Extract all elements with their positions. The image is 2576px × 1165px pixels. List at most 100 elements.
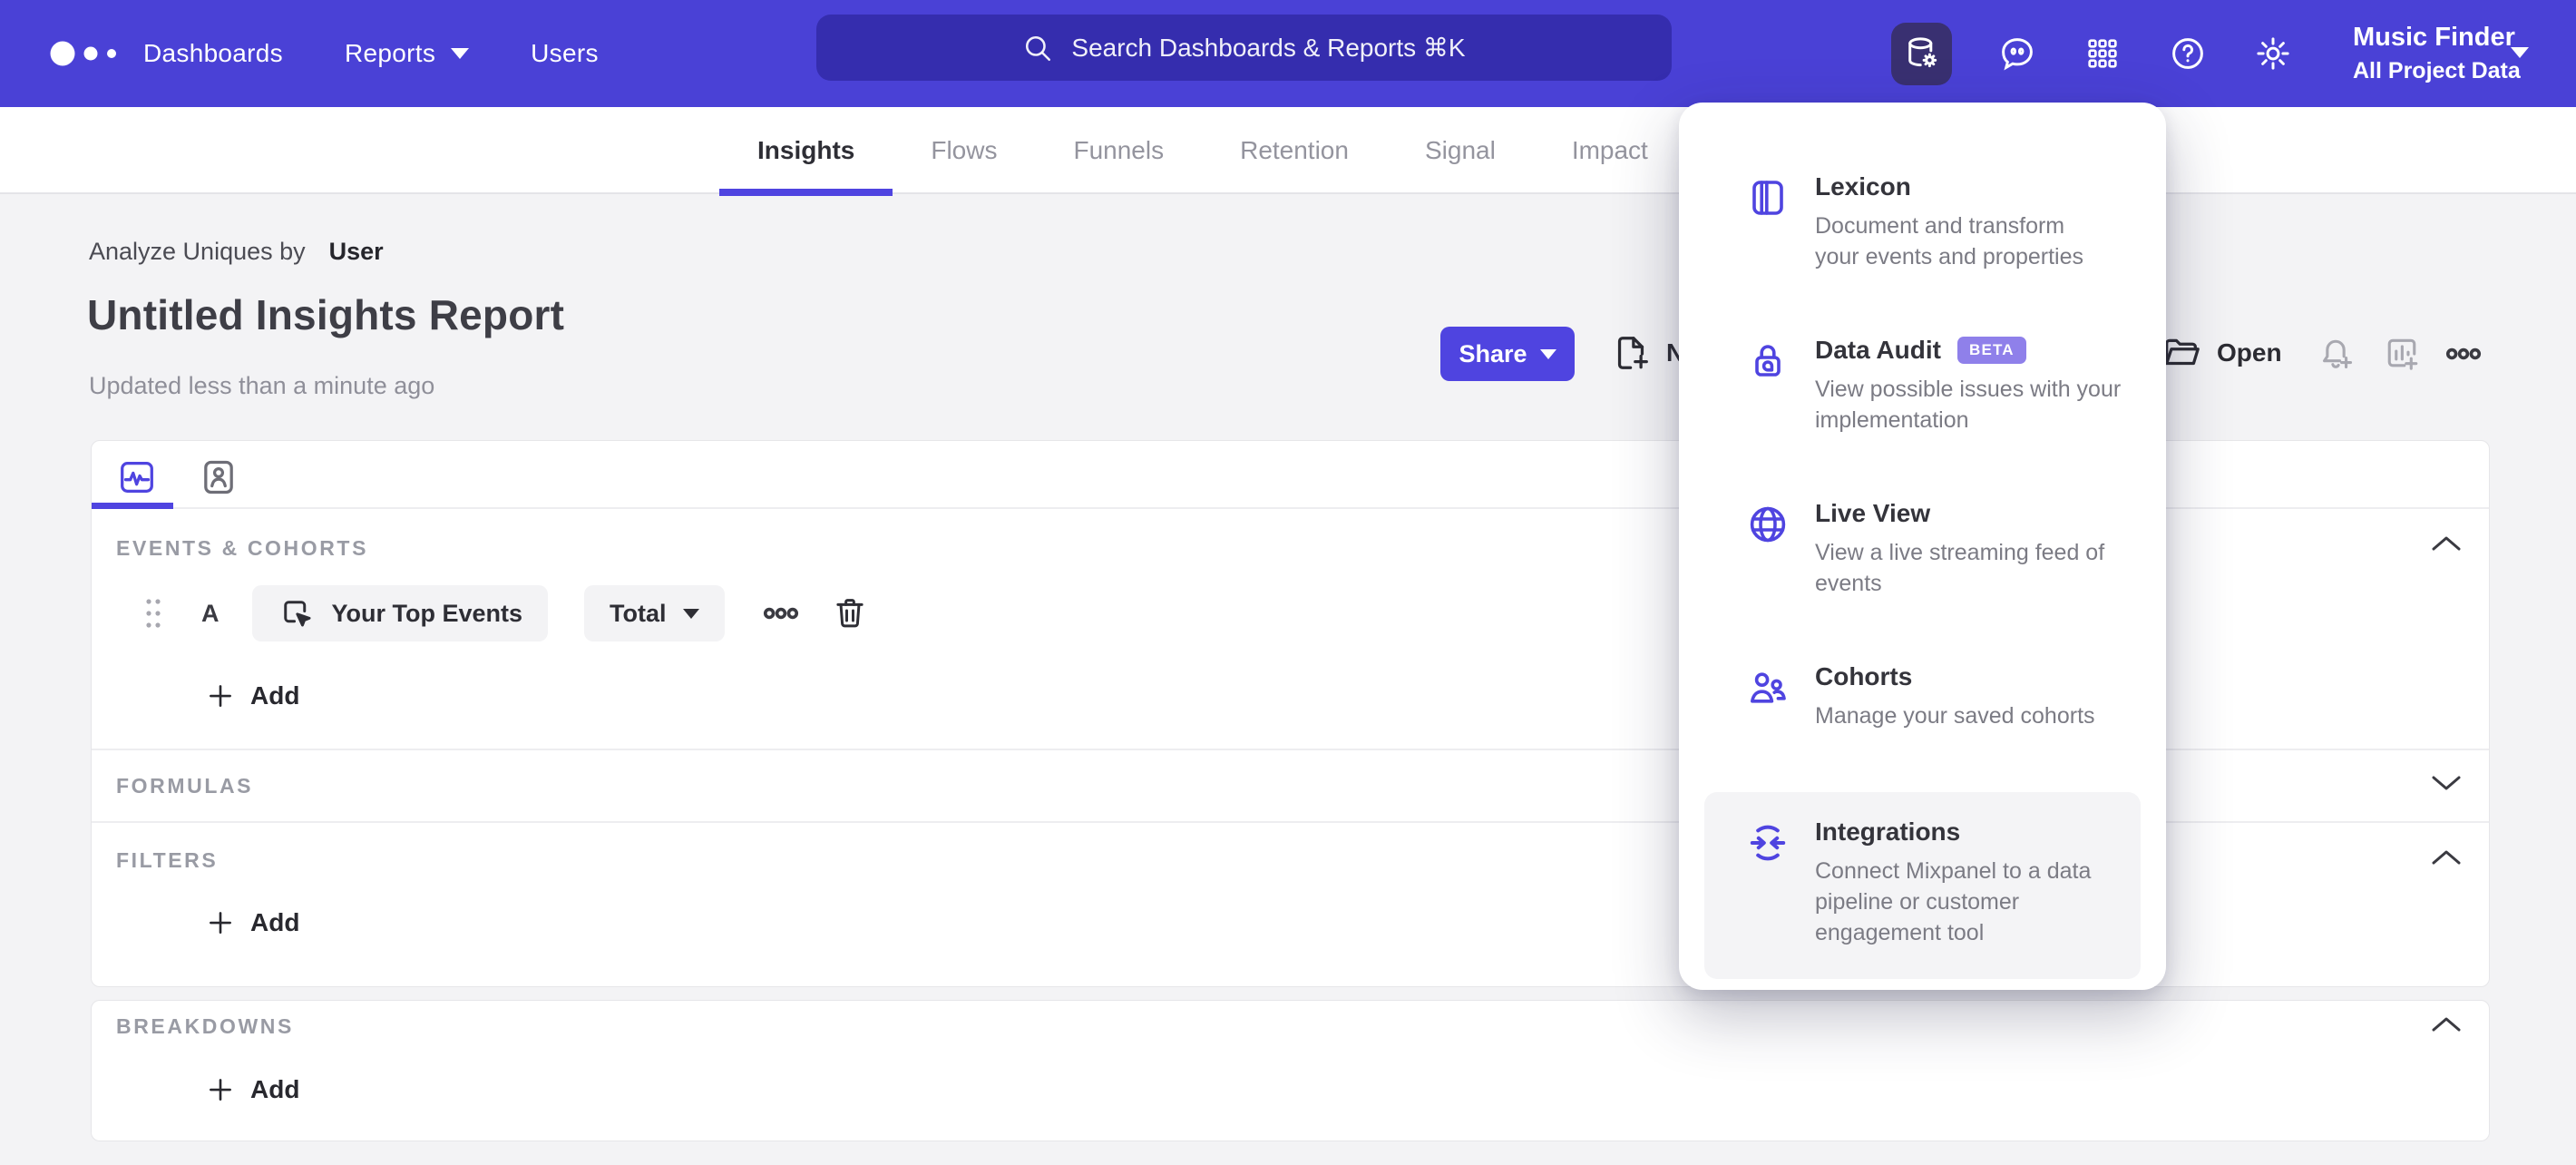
nav-item-reports-label: Reports [344,39,436,67]
nav-item-dashboards[interactable]: Dashboards [143,39,283,68]
tab-flows[interactable]: Flows [893,107,1035,194]
menu-item-cohorts[interactable]: Cohorts Manage your saved cohorts [1704,644,2141,749]
chart-plus-icon [2387,338,2418,370]
metric-selector-chip[interactable]: Total [584,585,725,641]
event-row-more-button[interactable] [761,593,801,633]
menu-item-live-view[interactable]: Live View View a live streaming feed of … [1704,481,2141,617]
event-selector-chip[interactable]: Your Top Events [251,585,549,641]
menu-item-integrations-text: Integrations Connect Mixpanel to a data … [1815,817,2124,948]
nav-links: Dashboards Reports Users [143,39,599,68]
add-breakdown-label: Add [250,1075,300,1103]
collapse-chevron-up-icon[interactable] [2431,848,2462,866]
top-nav: Dashboards Reports Users Search Dashboar… [0,0,2576,107]
nav-item-users[interactable]: Users [531,39,599,68]
nav-item-users-label: Users [531,39,599,67]
metric-chip-label: Total [610,599,667,627]
chevron-down-icon [682,608,699,619]
tab-signal[interactable]: Signal [1387,107,1534,194]
grid-icon [2088,39,2117,68]
settings-button[interactable] [2253,34,2293,73]
menu-item-integrations[interactable]: Integrations Connect Mixpanel to a data … [1704,792,2141,979]
menu-item-description: Manage your saved cohorts [1815,703,2095,729]
drag-handle[interactable] [141,594,165,632]
menu-item-data-audit[interactable]: Data Audit BETA View possible issues wit… [1704,318,2141,454]
menu-item-title: Data Audit [1815,336,1941,364]
menu-item-description: View possible issues with your implement… [1815,377,2122,433]
share-button[interactable]: Share [1440,327,1575,381]
tab-retention[interactable]: Retention [1202,107,1387,194]
apps-grid-button[interactable] [2083,34,2122,73]
plus-icon [210,912,231,934]
chevron-down-icon [1539,348,1556,359]
project-scope: All Project Data [2353,58,2521,83]
add-to-dashboard-button[interactable] [2382,334,2422,374]
analyze-prefix: Analyze Uniques by [89,238,306,265]
pulse-chart-icon [121,462,153,493]
tab-insights[interactable]: Insights [719,107,893,196]
nav-icon-group [1891,0,2293,107]
profiles-view-tab[interactable] [198,456,239,498]
tab-funnels[interactable]: Funnels [1035,107,1202,194]
feedback-button[interactable] [1997,34,2037,73]
document-plus-icon [1617,337,1648,369]
data-management-menu: Lexicon Document and transform your even… [1679,103,2166,990]
ellipsis-icon [763,607,798,620]
database-gear-icon [1908,37,1937,68]
beta-badge: BETA [1956,337,2026,364]
event-row-delete-button[interactable] [830,593,870,633]
trash-icon [835,599,864,628]
data-management-button[interactable] [1891,22,1952,85]
add-filter-button[interactable]: Add [207,908,299,937]
add-event-button[interactable]: Add [207,681,299,710]
event-row-letter: A [201,599,220,627]
add-event-label: Add [250,681,300,710]
menu-item-live-view-text: Live View View a live streaming feed of … [1815,499,2124,599]
question-circle-icon [2172,38,2203,69]
folder-open-icon [2165,338,2200,366]
menu-item-title: Cohorts [1815,662,1913,690]
project-name: Music Finder [2353,23,2515,52]
filters-header: FILTERS [116,848,219,872]
menu-item-lexicon-text: Lexicon Document and transform your even… [1815,172,2124,272]
events-view-tab[interactable] [116,456,158,498]
menu-item-description: Document and transform your events and p… [1815,213,2084,269]
add-breakdown-button[interactable]: Add [207,1075,299,1104]
analyze-line: Analyze Uniques by User [89,238,384,266]
report-actions: Share New Open [0,325,2576,383]
collapse-chevron-up-icon[interactable] [2431,534,2462,553]
tab-impact[interactable]: Impact [1534,107,1686,194]
cohorts-people-icon [1751,672,1786,703]
share-label: Share [1459,339,1527,367]
chat-bubble-icon [2002,38,2033,71]
expand-chevron-down-icon[interactable] [2431,774,2462,792]
chevron-down-icon [451,48,470,59]
project-selector[interactable]: Music Finder All Project Data [2353,0,2521,107]
nav-item-dashboards-label: Dashboards [143,39,283,67]
integrations-sync-icon [1750,825,1786,861]
nav-item-reports[interactable]: Reports [344,39,470,68]
plus-icon [210,1079,231,1101]
create-alert-button[interactable] [2316,334,2356,374]
analyze-value-button[interactable]: User [329,238,384,265]
open-button[interactable]: Open [2161,332,2282,374]
report-tabbar: Insights Flows Funnels Retention Signal … [0,107,2576,196]
menu-item-cohorts-text: Cohorts Manage your saved cohorts [1815,662,2124,731]
mixpanel-logo[interactable] [50,40,126,67]
menu-item-lexicon[interactable]: Lexicon Document and transform your even… [1704,154,2141,290]
select-event-icon [283,601,310,627]
project-chevron-down-icon[interactable] [2511,47,2529,58]
events-cohorts-header: EVENTS & COHORTS [116,536,369,560]
active-view-underline [92,503,173,509]
collapse-chevron-up-icon[interactable] [2431,1015,2462,1033]
formulas-header: FORMULAS [116,774,254,798]
gear-icon [2257,37,2289,70]
report-tabs: Insights Flows Funnels Retention Signal … [719,107,1686,196]
bell-plus-icon [2322,339,2353,369]
help-button[interactable] [2168,34,2208,73]
menu-item-data-audit-text: Data Audit BETA View possible issues wit… [1815,336,2124,436]
breakdowns-section: BREAKDOWNS Add [92,1001,2489,1141]
event-chip-label: Your Top Events [331,599,523,627]
more-options-button[interactable] [2444,334,2483,374]
open-label: Open [2217,338,2282,367]
search-input[interactable]: Search Dashboards & Reports ⌘K [816,15,1672,81]
